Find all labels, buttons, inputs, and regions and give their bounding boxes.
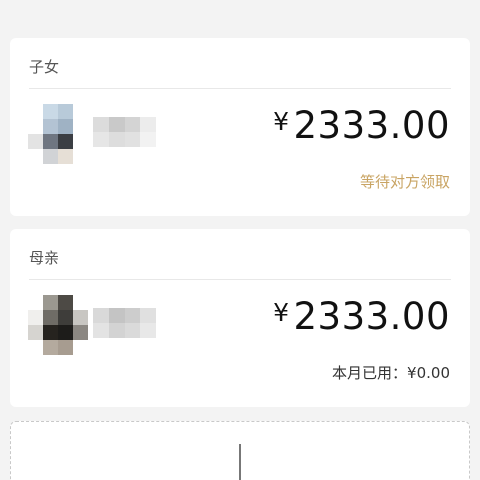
avatar-pixel	[28, 310, 43, 325]
amount: ¥2333.00	[273, 295, 450, 338]
avatar-pixel	[43, 295, 58, 310]
avatar-pixel	[28, 104, 43, 119]
name-blur-pixel	[108, 308, 125, 323]
avatar-pixel	[73, 119, 88, 134]
name-blur-pixel	[140, 308, 156, 323]
plus-icon	[239, 444, 241, 480]
avatar	[28, 295, 88, 355]
amount-value: 2333.00	[293, 295, 450, 338]
avatar-pixel	[58, 325, 73, 340]
name-blur-pixel	[140, 117, 156, 132]
avatar-pixel	[28, 295, 43, 310]
avatar-pixel	[58, 340, 73, 355]
avatar-pixel	[43, 149, 58, 164]
avatar-pixel	[73, 340, 88, 355]
monthly-usage-text: 本月已用：¥0.00	[332, 364, 450, 382]
amount: ¥2333.00	[273, 104, 450, 147]
name-blurred	[93, 308, 156, 338]
avatar-pixel	[28, 149, 43, 164]
divider	[29, 88, 451, 89]
avatar-pixel	[73, 310, 88, 325]
avatar-pixel	[73, 104, 88, 119]
avatar-pixel	[28, 340, 43, 355]
avatar-pixel	[58, 134, 73, 149]
name-blur-pixel	[140, 132, 156, 147]
name-blur-pixel	[108, 117, 125, 132]
avatar-pixel	[58, 119, 73, 134]
avatar-pixel	[43, 325, 58, 340]
relation-label: 子女	[29, 58, 60, 76]
name-blur-pixel	[93, 323, 109, 338]
family-card-page: 子女 ¥2333.00 等待对方领取 母亲 ¥2333.00 本月已用：¥0.0…	[0, 0, 480, 480]
avatar-pixel	[58, 104, 73, 119]
avatar-pixel	[73, 325, 88, 340]
name-blur-pixel	[93, 308, 109, 323]
name-blur-pixel	[140, 323, 156, 338]
avatar-pixel	[73, 149, 88, 164]
currency-symbol: ¥	[273, 107, 290, 136]
name-blur-pixel	[108, 323, 125, 338]
avatar-pixel	[43, 134, 58, 149]
avatar-pixel	[58, 295, 73, 310]
account-card-mother[interactable]: 母亲 ¥2333.00 本月已用：¥0.00	[10, 229, 470, 407]
add-member-button[interactable]	[10, 421, 470, 480]
name-blur-pixel	[93, 117, 109, 132]
name-blurred	[93, 117, 156, 147]
currency-symbol: ¥	[273, 298, 290, 327]
status-text: 等待对方领取	[359, 173, 450, 191]
name-blur-pixel	[93, 132, 109, 147]
avatar-pixel	[28, 325, 43, 340]
name-blur-pixel	[124, 117, 141, 132]
avatar-pixel	[28, 134, 43, 149]
name-blur-pixel	[108, 132, 125, 147]
avatar-pixel	[73, 134, 88, 149]
amount-value: 2333.00	[293, 104, 450, 147]
avatar-pixel	[58, 310, 73, 325]
avatar-pixel	[58, 149, 73, 164]
divider	[29, 279, 451, 280]
avatar-pixel	[43, 119, 58, 134]
avatar-pixel	[73, 295, 88, 310]
avatar-pixel	[43, 104, 58, 119]
relation-label: 母亲	[29, 249, 60, 267]
account-card-child[interactable]: 子女 ¥2333.00 等待对方领取	[10, 38, 470, 216]
name-blur-pixel	[124, 323, 141, 338]
avatar-pixel	[43, 310, 58, 325]
name-blur-pixel	[124, 308, 141, 323]
name-blur-pixel	[124, 132, 141, 147]
avatar-pixel	[28, 119, 43, 134]
avatar	[28, 104, 88, 164]
avatar-pixel	[43, 340, 58, 355]
